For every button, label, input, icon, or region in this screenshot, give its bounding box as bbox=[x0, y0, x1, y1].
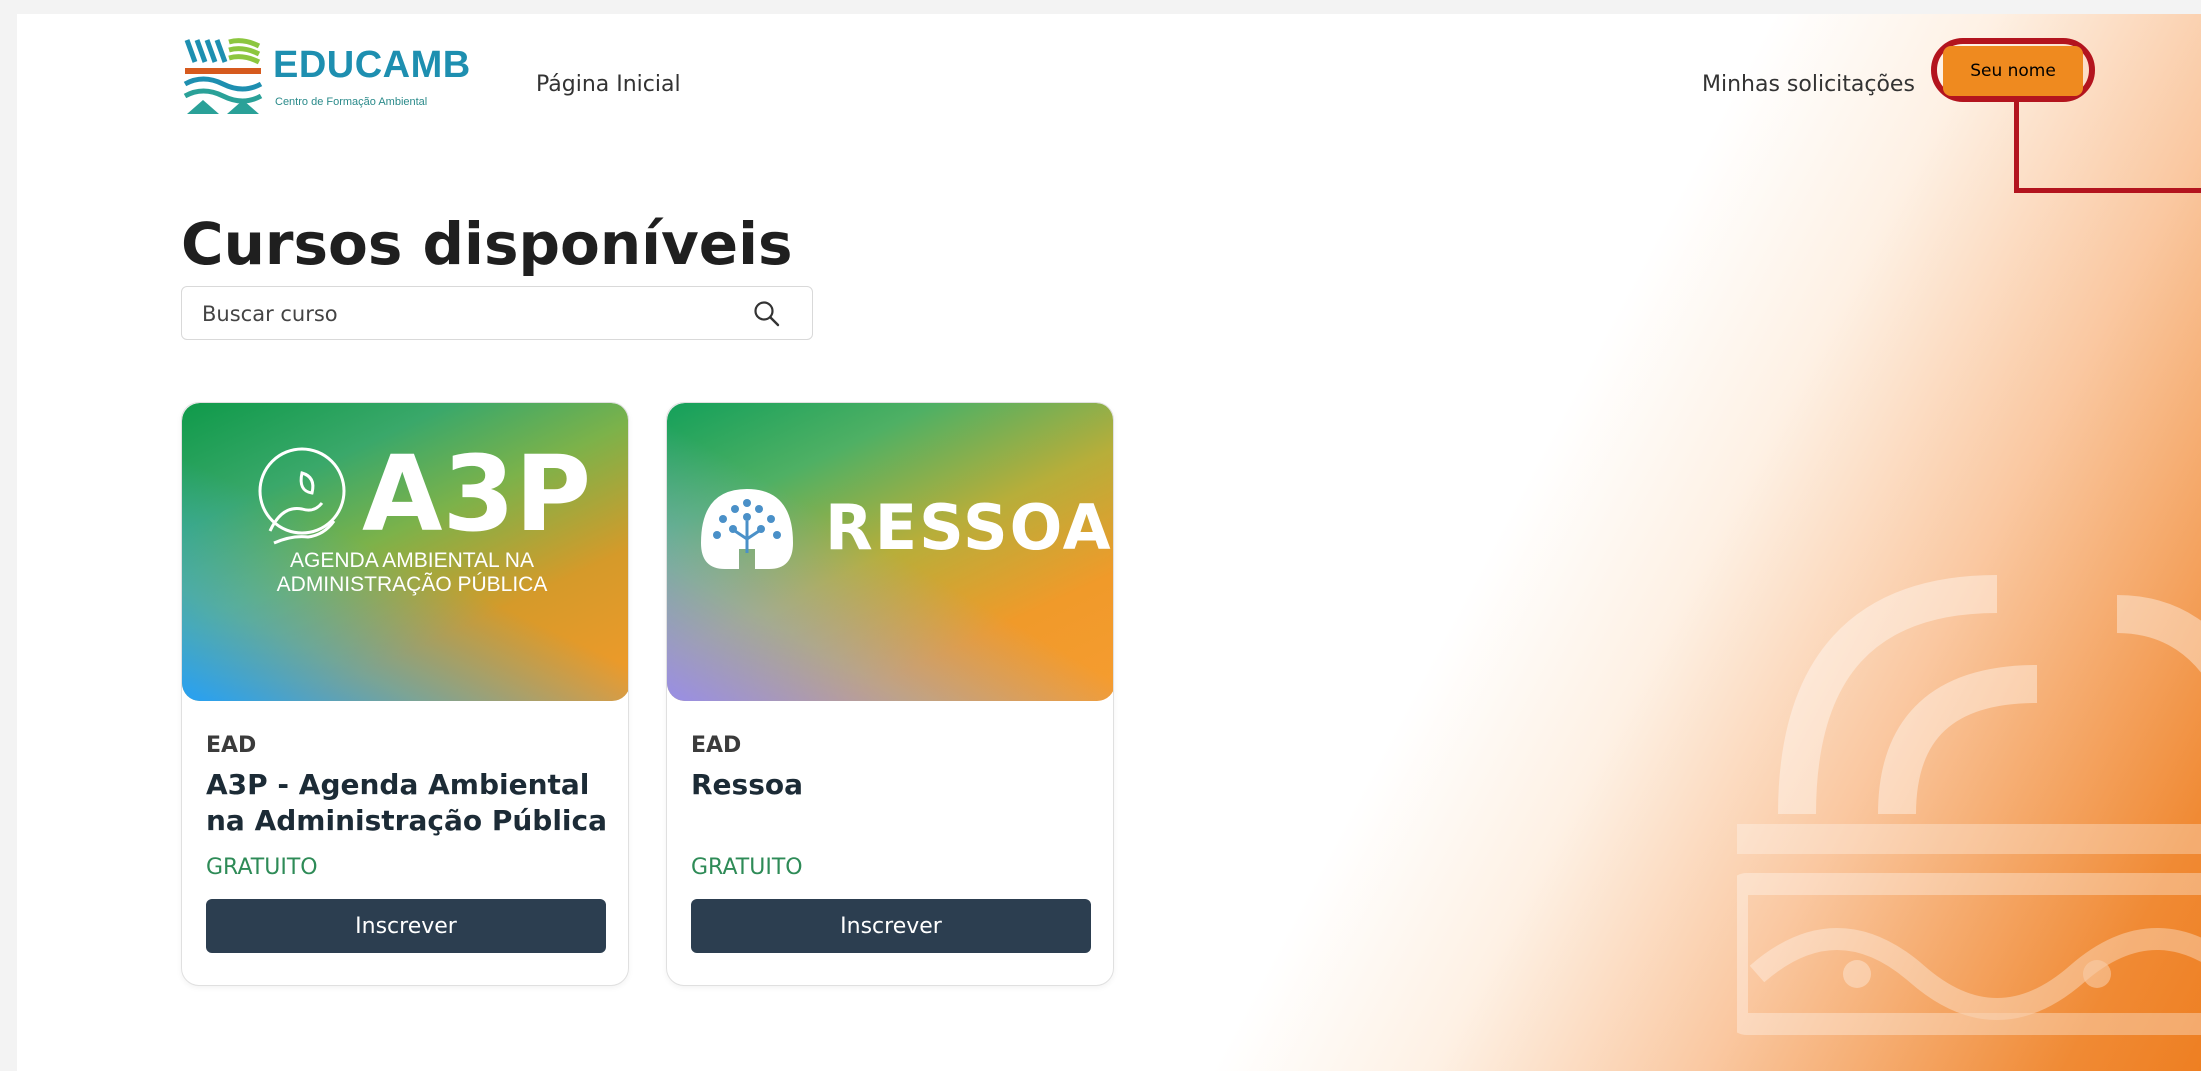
callout-line-vertical bbox=[2014, 102, 2019, 192]
banner-title-a3p: A3P bbox=[362, 433, 592, 555]
search-icon[interactable] bbox=[752, 299, 782, 329]
search-box bbox=[181, 286, 813, 340]
callout-line-horizontal bbox=[2014, 188, 2201, 193]
banner-title-ressoa: RESSOA bbox=[825, 491, 1113, 564]
banner-subtitle-line-2: ADMINISTRAÇÃO PÚBLICA bbox=[276, 573, 548, 596]
course-title[interactable]: A3P - Agenda Ambiental na Administração … bbox=[206, 767, 616, 839]
educamb-logo[interactable]: EDUCAMB Centro de Formação Ambiental bbox=[183, 36, 470, 116]
course-card-a3p: A3P AGENDA AMBIENTAL NA ADMINISTRAÇÃO PÚ… bbox=[181, 402, 629, 986]
search-input[interactable] bbox=[200, 297, 744, 331]
logo-subtitle: Centro de Formação Ambiental bbox=[275, 96, 428, 108]
course-modality: EAD bbox=[691, 733, 742, 758]
banner-subtitle-a3p: AGENDA AMBIENTAL NA ADMINISTRAÇÃO PÚBLIC… bbox=[242, 549, 582, 597]
nav-my-requests-link[interactable]: Minhas solicitações bbox=[1702, 72, 1915, 97]
enroll-button[interactable]: Inscrever bbox=[691, 899, 1091, 953]
course-card-ressoa: RESSOA EAD Ressoa GRATUITO Inscrever bbox=[666, 402, 1114, 986]
course-price: GRATUITO bbox=[206, 855, 318, 880]
logo-text: EDUCAMB bbox=[273, 44, 471, 86]
course-banner-ressoa[interactable]: RESSOA bbox=[667, 403, 1113, 701]
course-banner-a3p[interactable]: A3P AGENDA AMBIENTAL NA ADMINISTRAÇÃO PÚ… bbox=[182, 403, 628, 701]
course-title[interactable]: Ressoa bbox=[691, 767, 1101, 803]
banner-subtitle-line-1: AGENDA AMBIENTAL NA bbox=[290, 549, 534, 572]
enroll-button[interactable]: Inscrever bbox=[206, 899, 606, 953]
user-profile-button[interactable]: Seu nome bbox=[1943, 46, 2083, 96]
background-pattern-decoration bbox=[1737, 575, 2201, 1035]
course-modality: EAD bbox=[206, 733, 257, 758]
hand-leaf-icon bbox=[258, 447, 346, 545]
nav-home-link[interactable]: Página Inicial bbox=[536, 72, 681, 97]
tree-icon bbox=[701, 489, 793, 569]
educamb-logo-mark-icon bbox=[183, 38, 263, 114]
course-price: GRATUITO bbox=[691, 855, 803, 880]
page-title: Cursos disponíveis bbox=[181, 210, 793, 278]
page: EDUCAMB Centro de Formação Ambiental Pág… bbox=[17, 14, 2201, 1071]
